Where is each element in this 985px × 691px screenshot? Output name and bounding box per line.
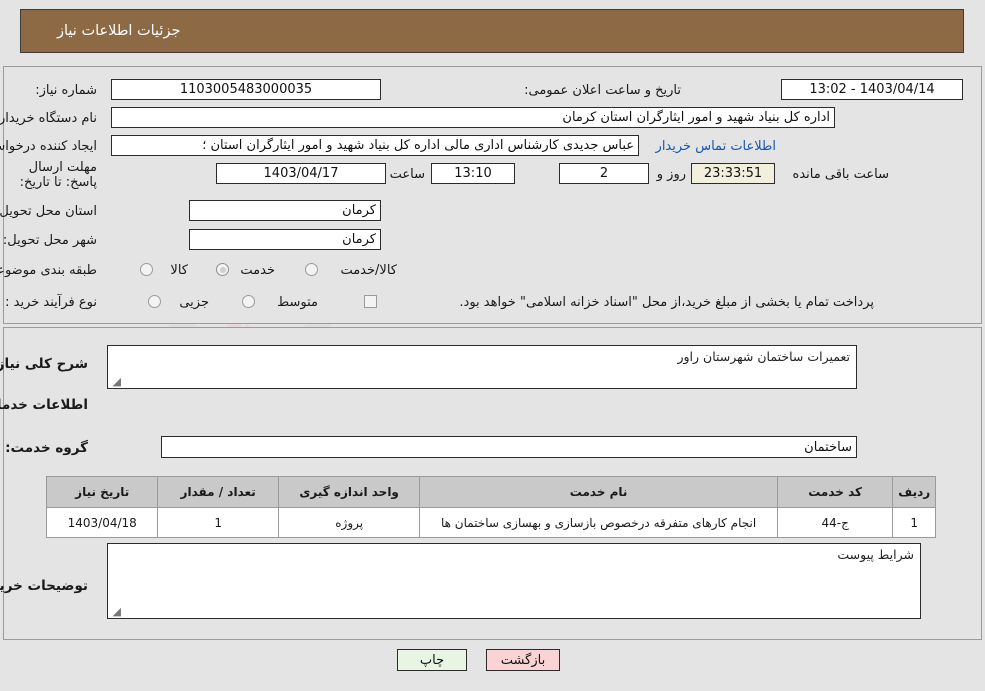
radio-category-khedmat[interactable] [216,263,229,276]
category-option-label-0: کالا [170,263,188,278]
general-desc-textarea[interactable]: تعمیرات ساختمان شهرستان راور ◢ [107,345,857,389]
services-info-heading: اطلاعات خدمات مورد نیاز [0,397,88,413]
city-label: شهر محل تحویل: [2,233,97,248]
buyer-contact-link[interactable]: اطلاعات تماس خریدار [656,139,776,154]
need-details-panel: شرح کلی نیاز: تعمیرات ساختمان شهرستان را… [0,327,982,640]
treasury-checkbox-label: پرداخت تمام یا بخشی از مبلغ خرید،از محل … [459,295,874,310]
announce-datetime-value: 1403/04/14 - 13:02 [781,79,963,100]
cell-row: 1 [892,507,936,538]
general-desc-label: شرح کلی نیاز: [0,356,88,372]
radio-process-motavaset[interactable] [242,295,255,308]
city-value: کرمان [189,229,381,250]
resize-grip-icon[interactable]: ◢ [111,376,121,387]
print-button[interactable]: چاپ [397,649,467,671]
need-number-value: 1103005483000035 [111,79,381,100]
remaining-days: 2 [559,163,649,184]
cell-service-code: ج-44 [776,507,894,538]
category-option-label-2: کالا/خدمت [340,263,397,278]
radio-category-kala-khedmat[interactable] [305,263,318,276]
services-table: ردیف کد خدمت نام خدمت واحد اندازه گیری ت… [45,476,936,538]
buyer-org-label: نام دستگاه خریدار: [0,111,97,126]
back-button[interactable]: بازگشت [486,649,560,671]
radio-process-jozi[interactable] [148,295,161,308]
cell-unit: پروژه [277,507,421,538]
col-unit: واحد اندازه گیری [277,476,421,508]
col-row: ردیف [892,476,936,508]
remaining-suffix-label: ساعت باقی مانده [792,167,889,182]
service-group-value: ساختمان [161,436,857,458]
deadline-label: مهلت ارسال پاسخ: تا تاریخ: [19,160,97,190]
buyer-notes-label: توضیحات خریدار: [0,578,88,594]
page-title: جزئیات اطلاعات نیاز [57,23,181,39]
table-row[interactable]: 1 ج-44 انجام کارهای متفرقه درخصوص بازساز… [45,507,936,538]
buyer-notes-value: شرایط پیوست [837,547,914,562]
service-group-label: گروه خدمت: [5,440,88,456]
process-option-label-1: متوسط [277,295,318,310]
province-label: استان محل تحویل: [0,204,97,219]
category-label: طبقه بندی موضوعی: [0,263,97,278]
remaining-clock: 23:33:51 [691,163,775,184]
resize-grip-icon-notes[interactable]: ◢ [111,606,121,617]
category-option-label-1: خدمت [240,263,275,278]
page-root: AriaTender.net جزئیات اطلاعات نیاز شماره… [0,0,985,691]
province-value: کرمان [189,200,381,221]
deadline-hour-label: ساعت [389,167,425,182]
col-need-date: تاریخ نیاز [45,476,159,508]
deadline-time: 13:10 [431,163,515,184]
creator-value: عباس جدیدی کارشناس اداری مالی اداره کل ب… [111,135,639,156]
cell-need-date: 1403/04/18 [45,507,159,538]
cell-quantity: 1 [157,507,279,538]
remaining-days-label: روز و [656,167,686,182]
need-summary-panel: شماره نیاز: 1103005483000035 تاریخ و ساع… [0,66,982,324]
process-option-label-0: جزیی [179,295,209,310]
radio-category-kala[interactable] [140,263,153,276]
deadline-date: 1403/04/17 [216,163,386,184]
need-number-label: شماره نیاز: [35,83,97,98]
general-desc-value: تعمیرات ساختمان شهرستان راور [677,349,850,364]
creator-label: ایجاد کننده درخواست: [0,139,97,154]
announce-datetime-label: تاریخ و ساعت اعلان عمومی: [524,83,681,98]
window-title-bar: جزئیات اطلاعات نیاز [20,9,964,53]
buyer-org-value: اداره کل بنیاد شهید و امور ایثارگران است… [111,107,835,128]
col-service-name: نام خدمت [419,476,778,508]
treasury-checkbox[interactable] [364,295,377,308]
buyer-notes-textarea[interactable]: شرایط پیوست ◢ [107,543,921,619]
col-quantity: تعداد / مقدار [157,476,279,508]
process-label: نوع فرآیند خرید : [5,295,97,310]
cell-service-name: انجام کارهای متفرقه درخصوص بازسازی و بهس… [419,507,778,538]
col-service-code: کد خدمت [776,476,894,508]
table-header-row: ردیف کد خدمت نام خدمت واحد اندازه گیری ت… [45,476,936,508]
